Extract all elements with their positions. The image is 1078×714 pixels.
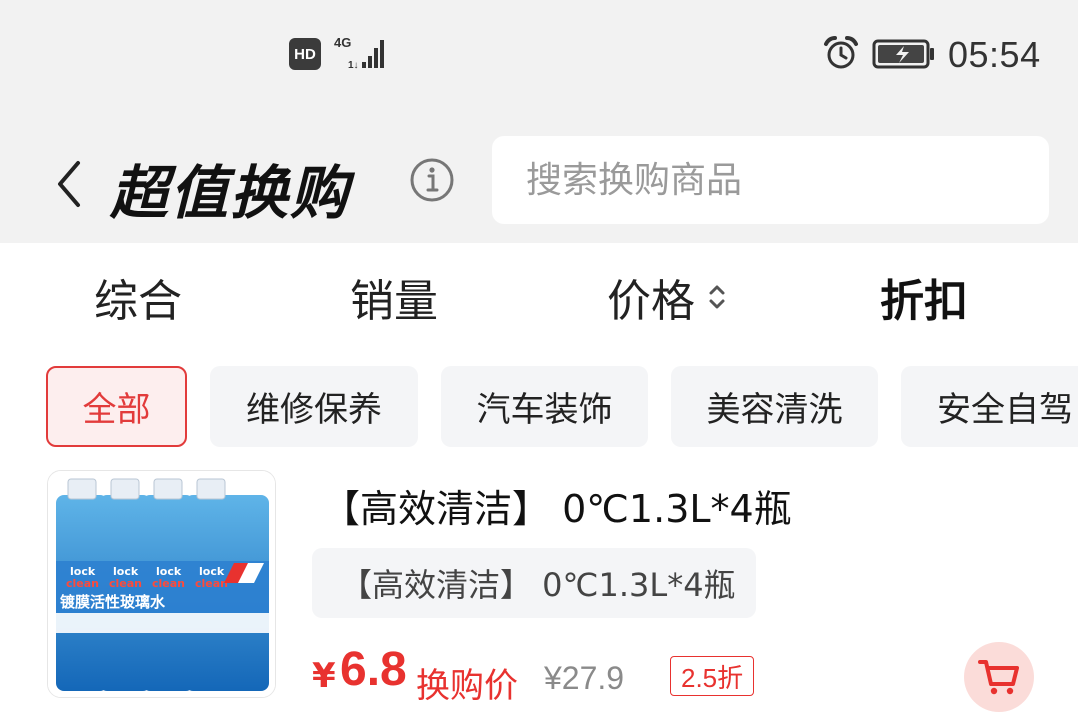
- tab-discount[interactable]: 折扣: [880, 265, 968, 329]
- svg-text:clean: clean: [66, 577, 99, 590]
- alarm-clock-icon: [824, 36, 858, 69]
- discount-badge: 2.5折: [670, 656, 755, 696]
- sort-toggle-icon: [709, 285, 725, 309]
- add-to-cart-button[interactable]: [964, 642, 1034, 712]
- original-price: ¥27.9: [544, 660, 625, 696]
- tab-label: 综合: [94, 276, 182, 327]
- washer-fluid-bottles-image: lock clean lock clean lock clean lock cl…: [48, 471, 275, 697]
- product-card[interactable]: lock clean lock clean lock clean lock cl…: [0, 470, 1078, 714]
- exchange-price: 6.8: [340, 643, 407, 696]
- search-box[interactable]: [492, 136, 1049, 224]
- price-row: ¥ 6.8 换购价 ¥27.9 2.5折: [312, 640, 772, 706]
- tab-price[interactable]: 价格: [607, 265, 729, 329]
- chip-car-decoration[interactable]: 汽车装饰: [441, 366, 648, 447]
- product-title: 【高效清洁】 0℃1.3L*4瓶: [322, 487, 792, 531]
- chip-all[interactable]: 全部: [46, 366, 187, 447]
- back-button[interactable]: [44, 154, 94, 214]
- tab-label: 折扣: [880, 276, 968, 327]
- chip-safe-driving[interactable]: 安全自驾: [901, 366, 1078, 447]
- tab-label: 销量: [350, 276, 438, 327]
- search-input[interactable]: [492, 136, 1049, 224]
- product-image[interactable]: lock clean lock clean lock clean lock cl…: [47, 470, 276, 698]
- page-header: 超值换购: [0, 110, 1078, 243]
- svg-text:镀膜活性玻璃水: 镀膜活性玻璃水: [60, 593, 166, 611]
- battery-charging-icon: [872, 39, 934, 69]
- currency-symbol: ¥: [312, 656, 336, 696]
- svg-text:clean: clean: [152, 577, 185, 590]
- chip-beauty-wash[interactable]: 美容清洗: [671, 366, 878, 447]
- signal-strength-icon: 1↓: [348, 40, 384, 70]
- status-bar: HD 4G 1↓ 05:54: [0, 0, 1078, 110]
- sort-tabs: 综合 销量 价格 折扣: [0, 243, 1078, 343]
- svg-text:clean: clean: [109, 577, 142, 590]
- page-title: 超值换购: [110, 159, 351, 227]
- exchange-price-label: 换购价: [416, 666, 518, 706]
- tab-sales[interactable]: 销量: [350, 265, 438, 329]
- tab-comprehensive[interactable]: 综合: [94, 265, 182, 329]
- category-chips: 全部 维修保养 汽车装饰 美容清洗 安全自驾: [0, 366, 1078, 448]
- product-tag: 【高效清洁】 0℃1.3L*4瓶: [312, 548, 756, 618]
- svg-text:clean: clean: [195, 577, 228, 590]
- chevron-left-icon: [58, 161, 80, 207]
- svg-text:1↓: 1↓: [348, 60, 359, 70]
- info-icon[interactable]: [408, 156, 456, 204]
- shopping-cart-icon: [978, 660, 1019, 695]
- clock-time: 05:54: [948, 34, 1041, 75]
- tab-label: 价格: [607, 276, 695, 327]
- chip-maintenance[interactable]: 维修保养: [210, 366, 418, 447]
- hd-voice-icon: HD: [289, 38, 321, 70]
